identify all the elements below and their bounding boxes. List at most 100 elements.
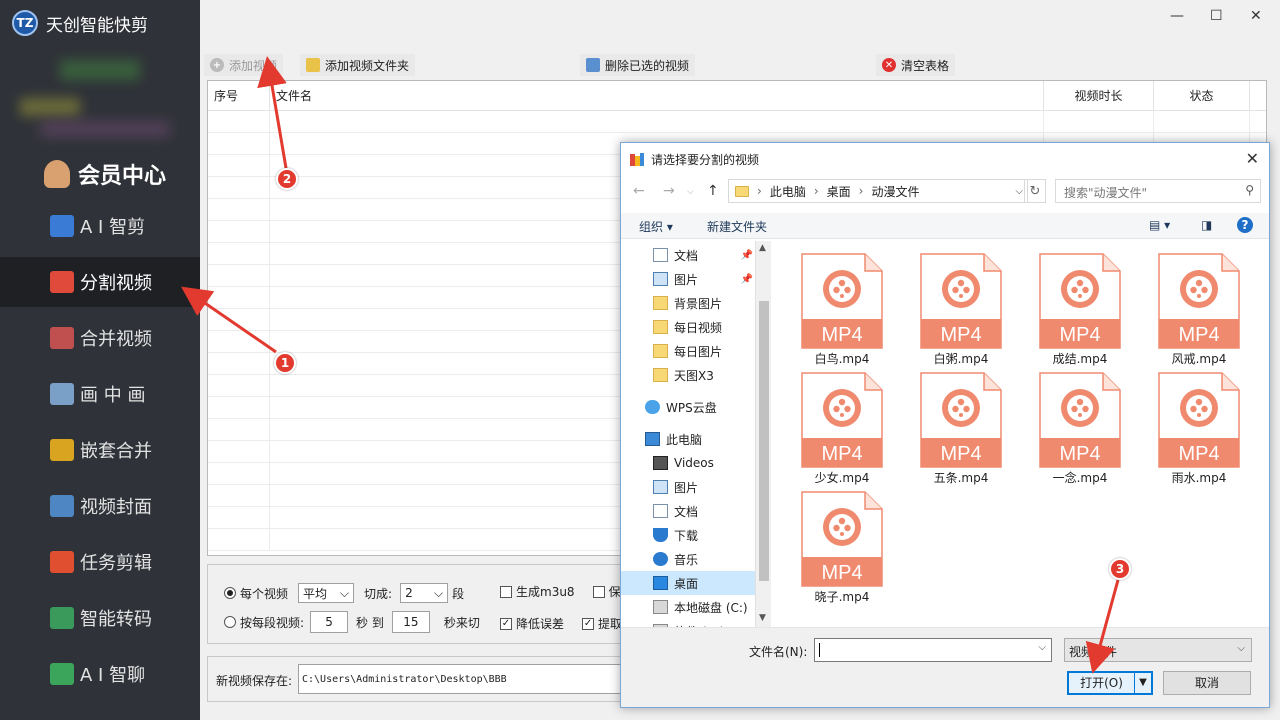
per-segment-radio[interactable] — [224, 616, 236, 628]
split-mode-select[interactable]: 平均 ⌵ — [298, 583, 355, 603]
start-seconds-input[interactable]: 5 — [310, 611, 349, 633]
table-row[interactable] — [208, 111, 1266, 133]
clear-table-button[interactable]: ✕ 清空表格 — [876, 54, 956, 76]
chevron-down-icon[interactable]: ⌵ — [1038, 642, 1046, 653]
breadcrumb-item[interactable]: 动漫文件 — [871, 183, 919, 200]
minimize-button[interactable]: — — [1170, 8, 1184, 24]
tree-item[interactable]: WPS云盘 — [621, 395, 755, 419]
music-icon — [653, 552, 668, 566]
scroll-down-icon[interactable]: ▼ — [759, 613, 766, 623]
sidebar-item[interactable]: 合并视频 — [0, 313, 200, 363]
sidebar-item[interactable]: 视频封面 — [0, 481, 200, 531]
tree-item[interactable]: Videos — [621, 451, 755, 475]
column-header-index[interactable]: 序号 — [208, 81, 270, 110]
sidebar-item[interactable]: 智能转码 — [0, 593, 200, 643]
new-folder-button[interactable]: 新建文件夹 — [707, 218, 767, 235]
filename-input[interactable]: ⌵ — [814, 638, 1052, 662]
filetype-select[interactable]: 视频文件 ⌵ — [1064, 638, 1252, 662]
help-icon[interactable]: ? — [1237, 217, 1253, 233]
tree-item-label: 天图X3 — [674, 368, 714, 383]
keep-checkbox[interactable] — [592, 585, 605, 598]
up-arrow-icon[interactable]: ↑ — [707, 183, 719, 199]
each-video-radio[interactable] — [224, 587, 236, 599]
tree-item[interactable]: 文档 — [621, 499, 755, 523]
scrollbar-thumb[interactable] — [759, 301, 769, 581]
dialog-close-icon[interactable]: ✕ — [1246, 149, 1259, 168]
tree-item[interactable]: 下载 — [621, 523, 755, 547]
reduce-error-checkbox[interactable]: ✓ — [500, 617, 512, 630]
column-header-duration[interactable]: 视频时长 — [1044, 81, 1154, 110]
tree-item[interactable]: 桌面 — [621, 571, 755, 595]
cancel-button[interactable]: 取消 — [1163, 671, 1251, 695]
tree-item[interactable]: 音乐 — [621, 547, 755, 571]
organize-menu[interactable]: 组织 ▾ — [639, 218, 673, 235]
open-dropdown-icon[interactable]: ▼ — [1135, 673, 1151, 693]
file-name: 雨水.mp4 — [1171, 471, 1227, 485]
annotation-badge-1: 1 — [274, 352, 296, 374]
table-cell — [208, 507, 270, 528]
sidebar-item[interactable]: 任务剪辑 — [0, 537, 200, 587]
save-path-input[interactable]: C:\Users\Administrator\Desktop\BBB — [298, 664, 628, 694]
back-arrow-icon[interactable]: ← — [633, 183, 645, 199]
view-menu-icon[interactable]: ▤ ▾ — [1149, 218, 1170, 232]
add-video-label: 添加视频 — [229, 58, 278, 73]
file-item[interactable]: MP4 风戒.mp4 — [1138, 247, 1240, 366]
tree-item[interactable]: 软件 (D:) — [621, 619, 755, 627]
each-video-label: 每个视频 — [240, 586, 289, 601]
file-item[interactable]: MP4 晓子.mp4 — [781, 485, 883, 604]
refresh-icon[interactable]: ↻ — [1024, 179, 1046, 203]
file-name: 五条.mp4 — [933, 471, 989, 485]
sidebar-item[interactable]: A I 智剪 — [0, 201, 200, 251]
member-center-button[interactable]: 会员中心 — [44, 158, 166, 190]
file-item[interactable]: MP4 雨水.mp4 — [1138, 366, 1240, 485]
file-item[interactable]: MP4 成结.mp4 — [1019, 247, 1121, 366]
sidebar-item[interactable]: 嵌套合并 — [0, 425, 200, 475]
tree-item[interactable]: 本地磁盘 (C:) — [621, 595, 755, 619]
address-bar[interactable]: › 此电脑 › 桌面 › 动漫文件 ⌵ — [728, 179, 1028, 203]
file-item[interactable]: MP4 少女.mp4 — [781, 366, 883, 485]
open-button[interactable]: 打开(O) ▼ — [1067, 671, 1153, 695]
sidebar-item[interactable]: A I 智聊 — [0, 649, 200, 699]
add-folder-button[interactable]: 添加视频文件夹 — [300, 54, 416, 76]
file-item[interactable]: MP4 白鸟.mp4 — [781, 247, 883, 366]
breadcrumb-item[interactable]: 桌面 — [827, 183, 851, 200]
segment-count-select[interactable]: 2 ⌵ — [400, 583, 449, 603]
tree-item[interactable]: 背景图片 — [621, 291, 755, 315]
mp4-badge-text: MP4 — [1059, 443, 1100, 465]
gen-m3u8-checkbox[interactable] — [500, 585, 512, 598]
tree-item[interactable]: 文档 📌 — [621, 243, 755, 267]
search-input[interactable]: 搜索"动漫文件" ⚲ — [1055, 179, 1261, 203]
tree-item[interactable]: 图片 — [621, 475, 755, 499]
maximize-button[interactable]: ☐ — [1210, 8, 1223, 24]
file-open-dialog: 请选择要分割的视频 ✕ ← → ⌵ ↑ › 此电脑 › 桌面 › 动漫文件 ⌵ … — [620, 142, 1270, 708]
column-header-status[interactable]: 状态 — [1154, 81, 1250, 110]
extract-checkbox[interactable]: ✓ — [582, 617, 595, 630]
add-video-button[interactable]: + 添加视频 — [204, 54, 284, 76]
sidebar-item[interactable]: 画 中 画 — [0, 369, 200, 419]
close-button[interactable]: ✕ — [1250, 8, 1262, 24]
column-header-filename[interactable]: 文件名 — [270, 81, 1044, 110]
tree-item[interactable]: 此电脑 — [621, 427, 755, 451]
dialog-app-icon — [630, 152, 644, 166]
dialog-title-bar: 请选择要分割的视频 — [629, 151, 759, 168]
preview-pane-icon[interactable]: ◨ — [1201, 218, 1212, 232]
recent-chevron-icon[interactable]: ⌵ — [687, 187, 694, 197]
file-item[interactable]: MP4 一念.mp4 — [1019, 366, 1121, 485]
chevron-right-icon: › — [757, 184, 762, 198]
tree-item[interactable]: 每日图片 — [621, 339, 755, 363]
tree-scrollbar[interactable]: ▲ ▼ — [755, 241, 771, 627]
breadcrumb-item[interactable]: 此电脑 — [770, 183, 806, 200]
tree-item[interactable]: 天图X3 — [621, 363, 755, 387]
end-seconds-input[interactable]: 15 — [391, 611, 430, 633]
forward-arrow-icon[interactable]: → — [663, 183, 675, 199]
scroll-up-icon[interactable]: ▲ — [759, 243, 766, 253]
file-item[interactable]: MP4 五条.mp4 — [900, 366, 1002, 485]
tree-item[interactable]: 图片 📌 — [621, 267, 755, 291]
sidebar-item[interactable]: 分割视频 — [0, 257, 200, 307]
gen-m3u8-label: 生成m3u8 — [516, 585, 575, 599]
delete-selected-button[interactable]: 删除已选的视频 — [580, 54, 696, 76]
tree-item[interactable]: 每日视频 — [621, 315, 755, 339]
mp4-badge-text: MP4 — [821, 443, 862, 465]
file-item[interactable]: MP4 白粥.mp4 — [900, 247, 1002, 366]
chevron-down-icon[interactable]: ⌵ — [1015, 186, 1023, 197]
